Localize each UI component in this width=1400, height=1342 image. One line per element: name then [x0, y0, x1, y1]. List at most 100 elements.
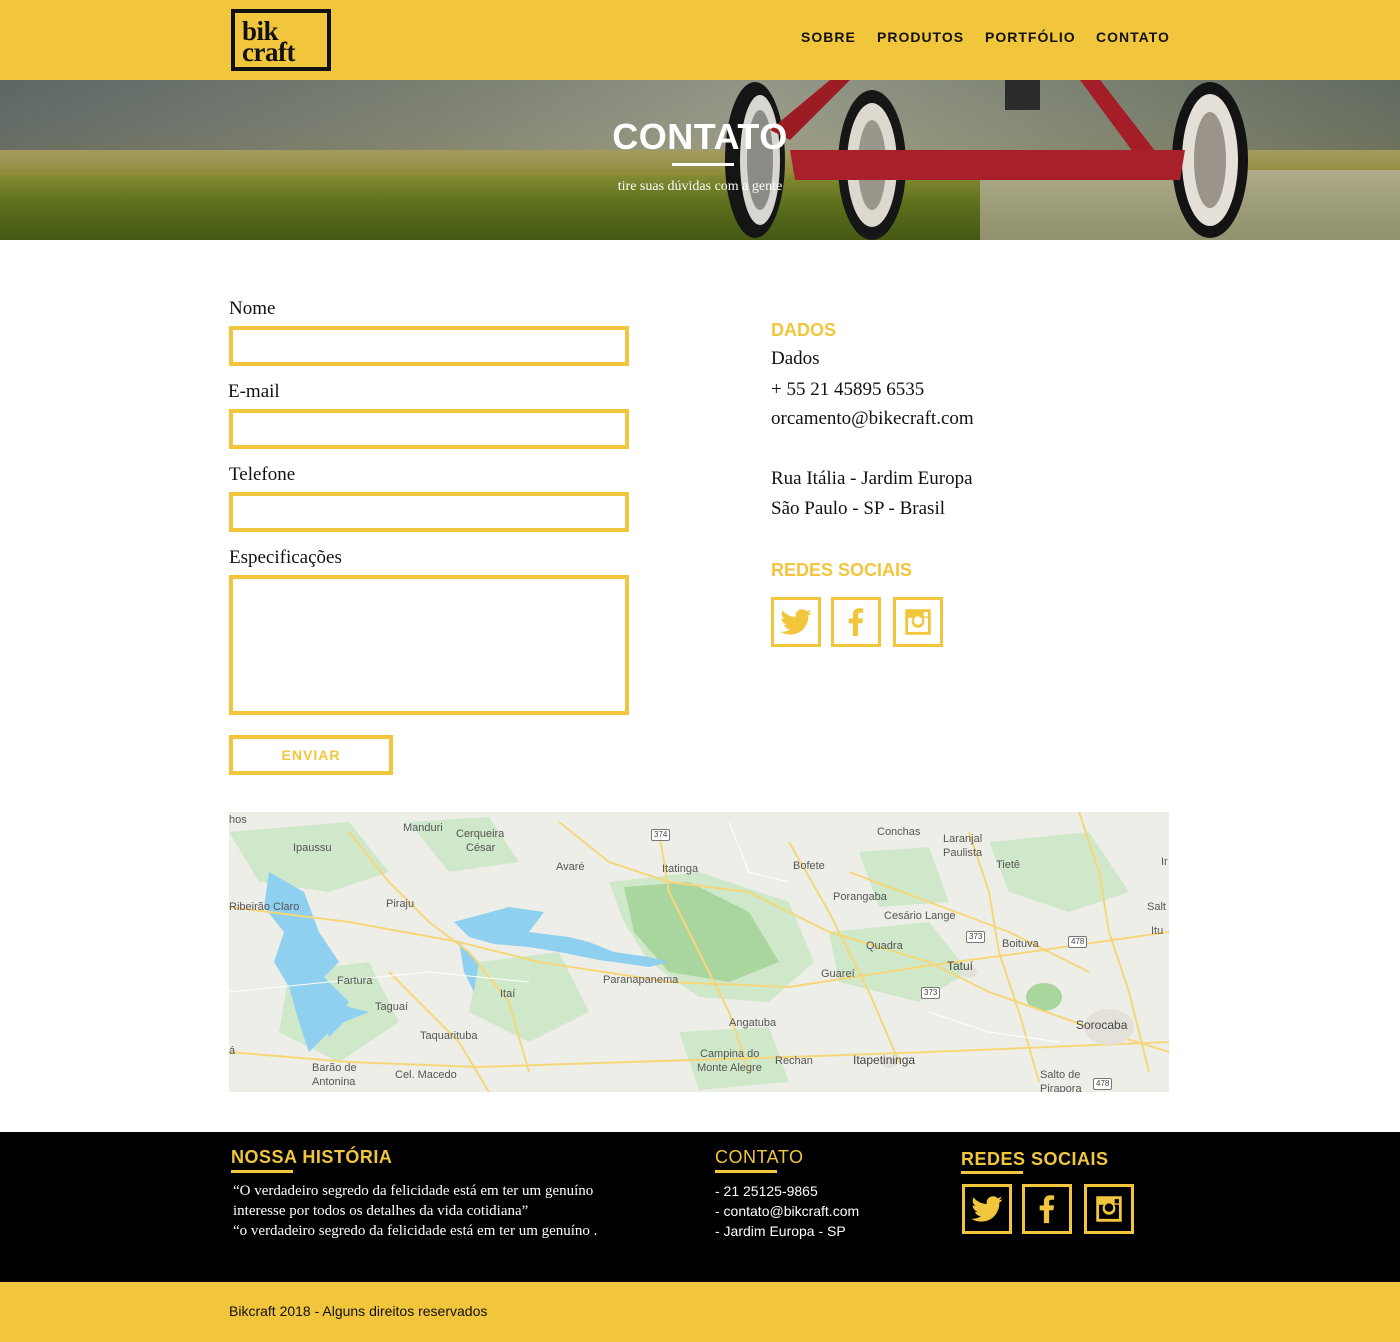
map-label-paranapanema: Paranapanema	[603, 974, 679, 986]
instagram-icon	[1096, 1196, 1122, 1222]
map-label-paulista: Paulista	[943, 847, 983, 859]
redes-sociais-heading: REDES SOCIAIS	[771, 560, 913, 580]
map-label-antonina: Antonina	[312, 1076, 356, 1088]
map-label-salto-de: Salto de	[1040, 1069, 1081, 1081]
map-label-conchas: Conchas	[877, 826, 921, 838]
map-label-piraju: Piraju	[386, 898, 415, 910]
telefone-label: Telefone	[229, 464, 296, 485]
map-label-ir: Ir	[1161, 856, 1168, 868]
nav-link-portfolio[interactable]: PORTFÓLIO	[985, 29, 1076, 45]
footer-redes-heading: REDES SOCIAIS	[961, 1149, 1109, 1169]
map-label-cesar: César	[466, 842, 496, 854]
map-canvas	[229, 812, 1169, 1092]
nav-link-produtos[interactable]: PRODUTOS	[877, 29, 964, 45]
nav-link-sobre[interactable]: SOBRE	[801, 29, 856, 45]
route-shield: 373	[921, 987, 941, 999]
facebook-link[interactable]	[831, 597, 881, 647]
nome-input[interactable]	[229, 326, 629, 366]
map-label-taguai: Taguaí	[375, 1001, 409, 1013]
twitter-icon	[780, 609, 812, 635]
footer-contato-heading: CONTATO	[715, 1147, 804, 1167]
especificacoes-textarea[interactable]	[229, 575, 629, 715]
nome-label: Nome	[229, 298, 276, 319]
copyright-bar: Bikcraft 2018 - Alguns direitos reservad…	[0, 1282, 1400, 1342]
footer-instagram-link[interactable]	[1084, 1184, 1134, 1234]
map-label-ribeirao-claro: Ribeirão Claro	[229, 901, 300, 913]
footer-facebook-link[interactable]	[1022, 1184, 1072, 1234]
quote-line-2: interesse por todos os detalhes da vida …	[233, 1203, 529, 1219]
map-label-avare: Avaré	[556, 861, 585, 873]
email-input[interactable]	[229, 409, 629, 449]
hero-banner: CONTATO tire suas dúvidas com a gente	[0, 80, 1400, 240]
map-label-pirapora: Pirapora	[1040, 1083, 1082, 1092]
map-label-porangaba: Porangaba	[833, 891, 887, 903]
dados-label: Dados	[771, 348, 820, 369]
dados-email: orcamento@bikecraft.com	[771, 408, 974, 429]
map-label-itai: Itaí	[500, 988, 516, 1000]
route-shield: 478	[1093, 1078, 1113, 1090]
map-label-sorocaba: Sorocaba	[1076, 1018, 1128, 1032]
heading-underline	[715, 1170, 777, 1173]
map-label-barao-de: Barão de	[312, 1062, 357, 1074]
page-subtitle: tire suas dúvidas com a gente	[617, 179, 783, 194]
heading-underline	[961, 1171, 1023, 1174]
tricycle-image	[725, 80, 1248, 240]
map-label-rechan: Rechan	[775, 1055, 813, 1067]
location-map[interactable]: hos Manduri Cerqueira César Ipaussu Avar…	[229, 812, 1169, 1092]
dados-heading: DADOS	[771, 320, 837, 340]
footer-address: - Jardim Europa - SP	[715, 1223, 846, 1239]
instagram-link[interactable]	[893, 597, 943, 647]
map-label-guarei: Guareí	[821, 968, 855, 980]
route-shield: 374	[651, 829, 671, 841]
address-line-2: São Paulo - SP - Brasil	[771, 498, 945, 519]
nossa-historia-heading: NOSSA HISTÓRIA	[231, 1147, 393, 1167]
instagram-icon	[905, 609, 931, 635]
map-label-quadra: Quadra	[866, 940, 903, 952]
nav-link-contato[interactable]: CONTATO	[1096, 29, 1170, 45]
quote-line-3: “o verdadeiro segredo da felicidade está…	[233, 1223, 598, 1239]
map-label-salt: Salt	[1147, 901, 1166, 913]
enviar-button[interactable]: ENVIAR	[229, 735, 393, 775]
map-label-a: á	[229, 1045, 236, 1057]
title-underline	[672, 163, 734, 166]
map-label-cel-macedo: Cel. Macedo	[395, 1069, 457, 1081]
map-label-tiete: Tietê	[996, 859, 1021, 871]
logo-line-2: craft	[242, 37, 295, 67]
map-label-campina-do: Campina do	[700, 1048, 760, 1060]
site-footer: NOSSA HISTÓRIA “O verdadeiro segredo da …	[0, 1132, 1400, 1282]
map-label-itatinga: Itatinga	[662, 863, 699, 875]
map-label-itu: Itu	[1151, 925, 1164, 937]
route-shield: 373	[966, 931, 986, 943]
map-label-monte-alegre: Monte Alegre	[697, 1062, 762, 1074]
telefone-input[interactable]	[229, 492, 629, 532]
twitter-icon	[971, 1196, 1003, 1222]
footer-phone: - 21 25125-9865	[715, 1183, 818, 1199]
site-header: bik craft SOBRE PRODUTOS PORTFÓLIO CONTA…	[0, 0, 1400, 80]
address-line-1: Rua Itália - Jardim Europa	[771, 468, 973, 489]
facebook-icon	[848, 608, 864, 637]
map-label-laranjal: Laranjal	[943, 833, 983, 845]
page-title: CONTATO	[612, 116, 788, 157]
map-label-bofete: Bofete	[793, 860, 825, 872]
map-label-tatui: Tatuí	[947, 959, 974, 973]
dados-phone: + 55 21 45895 6535	[771, 379, 925, 400]
map-label-ipaussu: Ipaussu	[293, 842, 332, 854]
copyright-text: Bikcraft 2018 - Alguns direitos reservad…	[229, 1303, 488, 1319]
map-label-taquarituba: Taquarituba	[420, 1030, 478, 1042]
route-shield: 478	[1068, 936, 1088, 948]
especificacoes-label: Especificações	[229, 547, 342, 568]
map-label-itapetininga: Itapetininga	[853, 1053, 916, 1067]
bikcraft-logo[interactable]: bik craft	[231, 9, 331, 71]
footer-email[interactable]: - contato@bikcraft.com	[715, 1203, 859, 1219]
heading-underline	[231, 1170, 293, 1173]
map-label-angatuba: Angatuba	[729, 1017, 777, 1029]
map-label-fartura: Fartura	[337, 975, 373, 987]
footer-twitter-link[interactable]	[962, 1184, 1012, 1234]
map-label-hos: hos	[229, 814, 247, 826]
email-label: E-mail	[228, 381, 280, 402]
map-label-manduri: Manduri	[403, 822, 443, 834]
quote-line-1: “O verdadeiro segredo da felicidade está…	[233, 1183, 594, 1199]
map-label-cesario-lange: Cesário Lange	[884, 910, 956, 922]
facebook-icon	[1039, 1195, 1055, 1224]
twitter-link[interactable]	[771, 597, 821, 647]
